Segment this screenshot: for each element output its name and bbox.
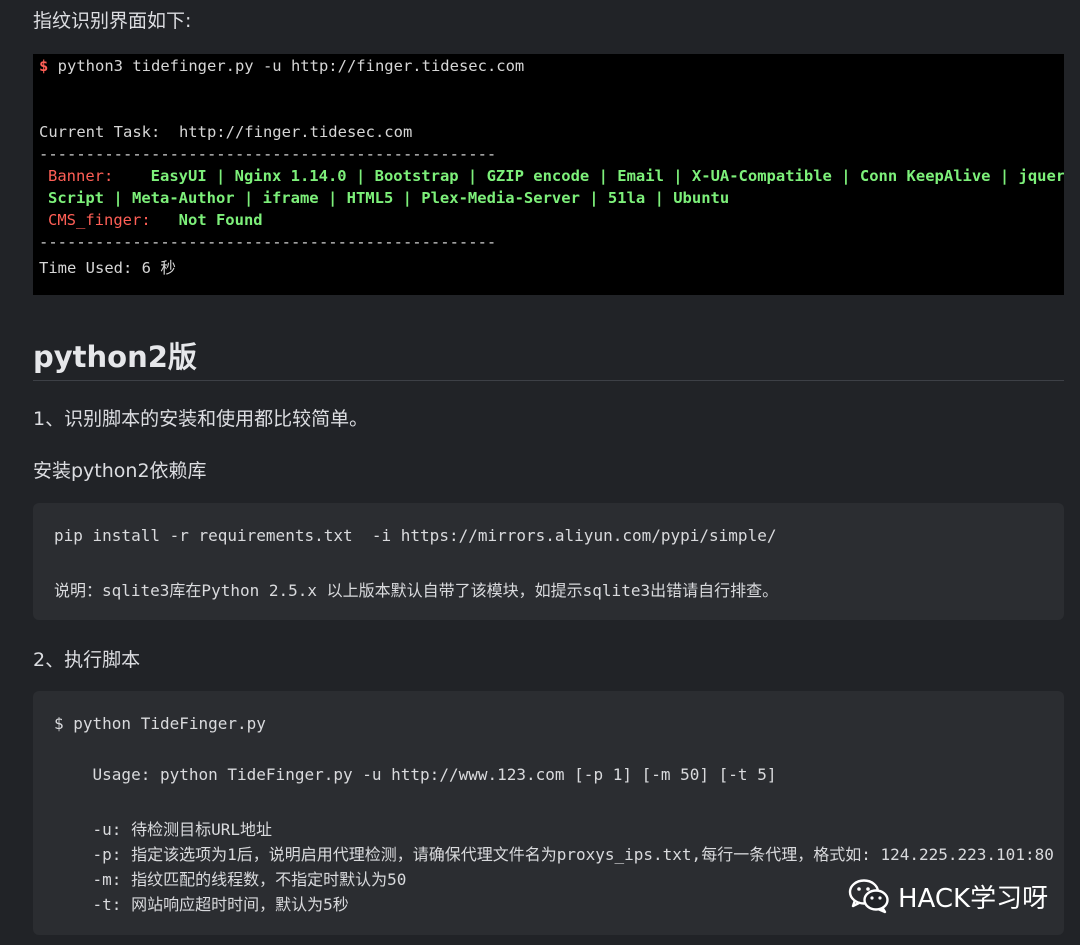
banner-continuation: Script | Meta-Author | iframe | HTML5 | …	[48, 189, 730, 207]
run-command: $ python TideFinger.py	[54, 714, 266, 733]
option-m: -m: 指纹匹配的线程数，不指定时默认为50	[54, 870, 407, 889]
intro-text: 指纹识别界面如下:	[33, 10, 192, 32]
watermark: HACK学习呀	[848, 876, 1048, 916]
command-line: $ python3 tidefinger.py -u http://finger…	[39, 57, 524, 75]
wechat-icon	[848, 879, 889, 914]
install-label: 安装python2依赖库	[33, 460, 207, 482]
install-note: 说明：sqlite3库在Python 2.5.x 以上版本默认自带了该模块，如提…	[54, 581, 779, 600]
section-heading: python2版	[33, 340, 197, 374]
install-code-block: pip install -r requirements.txt -i https…	[33, 503, 1064, 620]
banner-value: EasyUI | Nginx 1.14.0 | Bootstrap | GZIP…	[113, 167, 1064, 185]
command-text: python3 tidefinger.py -u http://finger.t…	[48, 57, 525, 75]
prompt-symbol: $	[39, 57, 49, 75]
time-used-line: Time Used: 6 秒	[39, 259, 176, 277]
banner-label: Banner:	[48, 167, 114, 185]
cms-line: CMS_finger: Not Found	[48, 211, 263, 229]
heading-divider	[33, 380, 1064, 381]
separator-top: ----------------------------------------…	[39, 145, 497, 163]
current-task-line: Current Task: http://finger.tidesec.com	[39, 123, 413, 141]
option-p: -p: 指定该选项为1后，说明启用代理检测，请确保代理文件名为proxys_ip…	[54, 845, 1054, 864]
cms-value: Not Found	[150, 211, 263, 229]
separator-bottom: ----------------------------------------…	[39, 233, 497, 251]
terminal-screenshot: $ python3 tidefinger.py -u http://finger…	[33, 54, 1064, 295]
watermark-text: HACK学习呀	[898, 883, 1049, 914]
banner-line: Banner: EasyUI | Nginx 1.14.0 | Bootstra…	[48, 167, 1064, 185]
step1-text: 1、识别脚本的安装和使用都比较简单。	[33, 408, 369, 430]
step2-text: 2、执行脚本	[33, 649, 141, 671]
article-page: 指纹识别界面如下: $ python3 tidefinger.py -u htt…	[0, 0, 1080, 945]
cms-label: CMS_finger:	[48, 211, 151, 229]
usage-line: Usage: python TideFinger.py -u http://ww…	[54, 765, 777, 784]
option-t: -t: 网站响应超时时间，默认为5秒	[54, 895, 349, 914]
install-command: pip install -r requirements.txt -i https…	[54, 526, 777, 545]
option-u: -u: 待检测目标URL地址	[54, 820, 272, 839]
